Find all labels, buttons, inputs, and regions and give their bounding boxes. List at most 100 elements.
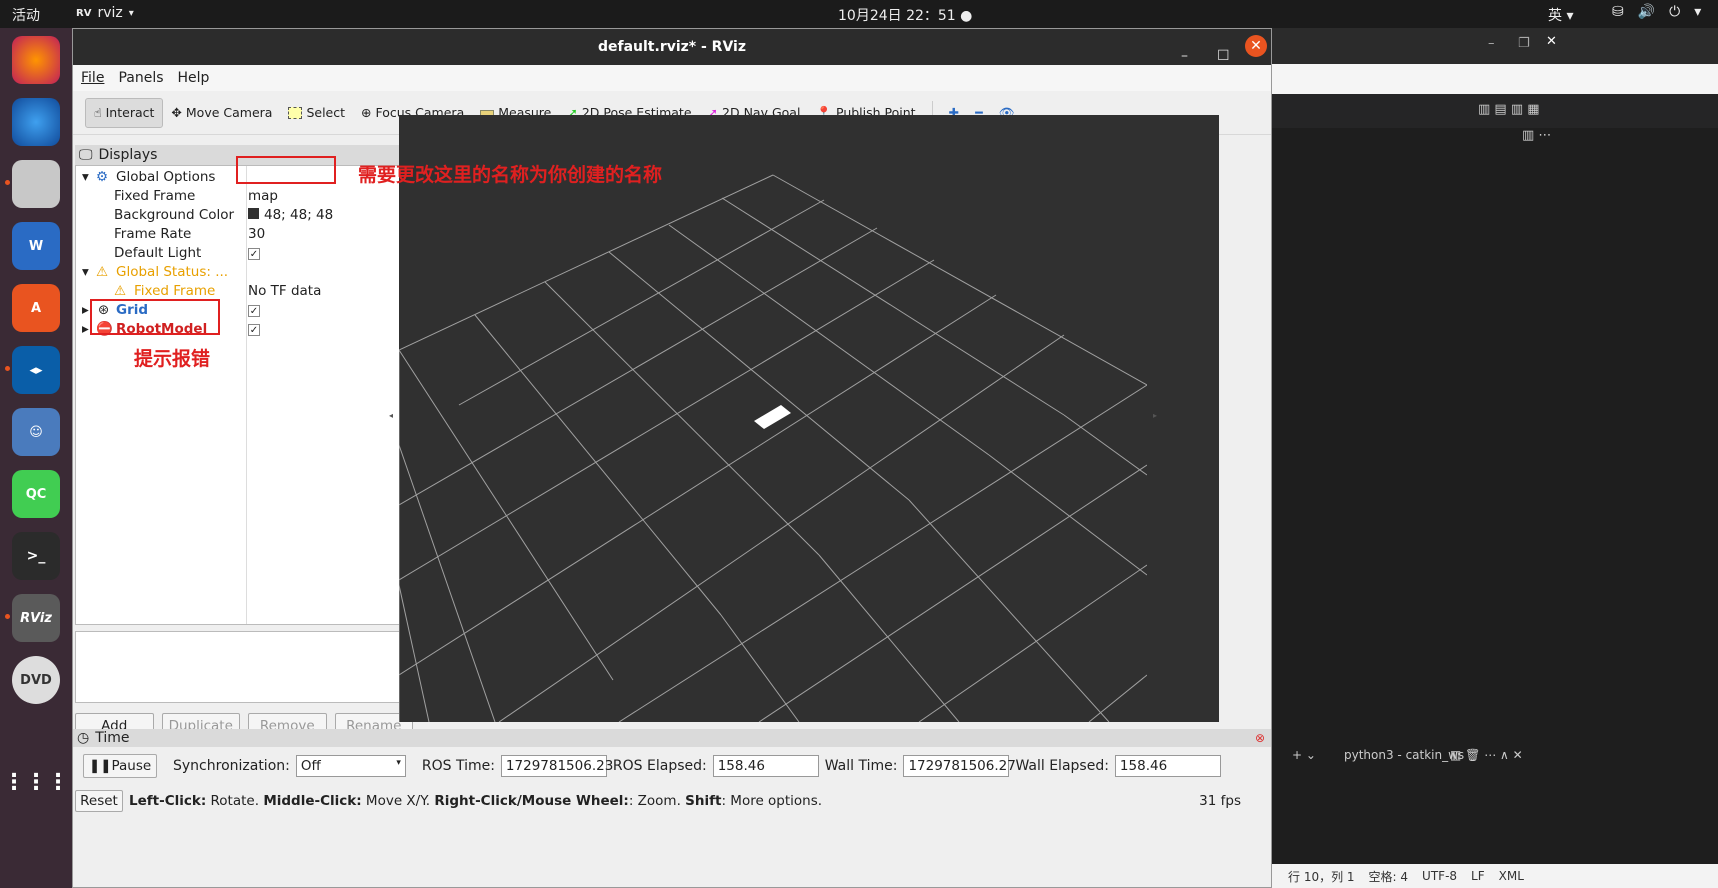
- layout-icon[interactable]: ▥ ▤ ▥ ▦: [1478, 102, 1540, 117]
- thunderbird-icon[interactable]: [12, 98, 60, 146]
- clock[interactable]: 10月24日 22：51 ●: [838, 5, 972, 25]
- maximize-icon[interactable]: ❐: [1518, 36, 1530, 51]
- pause-label: Pause: [111, 758, 152, 774]
- cursor-position[interactable]: 行 10，列 1: [1288, 868, 1355, 885]
- move-camera-tool[interactable]: ✥ Move Camera: [163, 98, 280, 128]
- rviz-titlebar: default.rviz* - RViz – ☐ ✕: [73, 29, 1271, 65]
- error-annotation: 提示报错: [134, 348, 211, 370]
- chevron-down-icon: ▾: [128, 7, 134, 19]
- wall-elapsed-field[interactable]: 158.46: [1114, 755, 1221, 777]
- pause-button[interactable]: ❚❚ Pause: [83, 754, 157, 778]
- input-method-label: 英: [1548, 8, 1562, 24]
- frame-rate-value[interactable]: 30: [248, 226, 265, 242]
- running-indicator: [5, 180, 10, 185]
- writer-icon[interactable]: W: [12, 222, 60, 270]
- move-camera-label: Move Camera: [185, 105, 273, 120]
- app-menu[interactable]: RV rviz ▾: [76, 5, 134, 21]
- fixed-frame-label: Fixed Frame: [114, 188, 196, 204]
- power-icon: ⏻: [1669, 4, 1681, 20]
- terminal-actions-icon[interactable]: ▥ 🗑 ⋯ ∧ ✕: [1450, 748, 1523, 762]
- grid-checkbox[interactable]: ✓: [248, 305, 260, 317]
- rviz-dock-icon[interactable]: RViz: [12, 594, 60, 642]
- fixed-frame-highlight-box: [236, 156, 336, 184]
- notification-dot-icon: ●: [960, 8, 973, 24]
- robot-model-checkbox[interactable]: ✓: [248, 324, 260, 336]
- expand-arrow-icon[interactable]: ▾: [82, 264, 89, 280]
- chevron-down-icon: ▾: [1694, 4, 1702, 20]
- qtcreator-icon[interactable]: QC: [12, 470, 60, 518]
- expand-arrow-icon[interactable]: ▾: [82, 169, 89, 185]
- sync-select[interactable]: Off ▾: [295, 755, 406, 777]
- encoding[interactable]: UTF-8: [1422, 869, 1457, 883]
- interact-label: Interact: [105, 105, 155, 120]
- vscode-icon[interactable]: ◂▸: [12, 346, 60, 394]
- collapse-arrow-icon[interactable]: ▸: [82, 302, 89, 318]
- language-mode[interactable]: XML: [1499, 869, 1524, 883]
- close-icon[interactable]: ✕: [1245, 35, 1267, 57]
- collapse-right-icon[interactable]: ▸: [1153, 411, 1157, 420]
- menu-file[interactable]: File: [81, 70, 104, 86]
- background-color-value[interactable]: 48; 48; 48: [248, 207, 333, 223]
- tree-row-global-status[interactable]: ▾ ⚠ Global Status: ...: [76, 263, 412, 282]
- terminal-title[interactable]: python3 - catkin_ws: [1344, 748, 1464, 762]
- menu-help[interactable]: Help: [178, 70, 210, 86]
- hint-middle-click-text: Move X/Y.: [361, 793, 435, 809]
- eol[interactable]: LF: [1471, 869, 1485, 883]
- input-method-indicator[interactable]: 英 ▾: [1548, 5, 1573, 25]
- tree-row-frame-rate[interactable]: Frame Rate 30: [76, 225, 412, 244]
- select-tool[interactable]: Select: [280, 98, 353, 128]
- collapse-arrow-icon[interactable]: ▸: [82, 321, 89, 337]
- ros-elapsed-field[interactable]: 158.46: [712, 755, 819, 777]
- monitor-icon: 🖵: [79, 147, 93, 163]
- interact-tool[interactable]: ☝ Interact: [85, 97, 164, 128]
- indent-setting[interactable]: 空格: 4: [1369, 868, 1409, 885]
- render-view-3d[interactable]: ◂: [389, 115, 1219, 722]
- displays-tree[interactable]: ▾ ⚙ Global Options Fixed Frame map Backg…: [75, 165, 413, 625]
- split-editor-icon[interactable]: ▥ ⋯: [1522, 128, 1551, 143]
- focus-camera-icon: ⊕: [361, 105, 372, 120]
- files-icon[interactable]: [12, 160, 60, 208]
- color-swatch: [248, 208, 259, 219]
- sync-value: Off: [300, 758, 321, 774]
- global-options-label: Global Options: [116, 169, 216, 185]
- grid-render: [399, 174, 1147, 722]
- fixed-frame-value[interactable]: map: [248, 188, 278, 204]
- robot-model-highlight-box: [90, 299, 220, 335]
- app-grid-icon[interactable]: ⋮⋮⋮: [3, 758, 69, 806]
- software-center-icon[interactable]: A: [12, 284, 60, 332]
- default-light-checkbox[interactable]: ✓: [248, 248, 260, 260]
- time-panel: ◷ Time ⊗ ❚❚ Pause Synchronization: Off ▾ R…: [73, 729, 1271, 789]
- clock-text: 10月24日 22：51: [838, 8, 956, 24]
- wall-elapsed-label: Wall Elapsed:: [1015, 758, 1109, 774]
- close-icon[interactable]: ✕: [1546, 34, 1557, 49]
- system-top-bar: 活动 RV rviz ▾ 10月24日 22：51 ● 英 ▾ ⛁ 🔊 ⏻ ▾: [0, 0, 1718, 28]
- minimize-icon[interactable]: –: [1488, 36, 1495, 51]
- sync-label: Synchronization:: [173, 758, 290, 774]
- warning-icon: ⚠: [96, 264, 109, 280]
- background-color-text: 48; 48; 48: [264, 207, 334, 223]
- hint-left-click: Left-Click:: [129, 793, 207, 809]
- system-tray[interactable]: ⛁ 🔊 ⏻ ▾: [1612, 4, 1701, 20]
- network-icon: ⛁: [1612, 4, 1624, 20]
- ros-time-field[interactable]: 1729781506.23: [500, 755, 613, 777]
- collapse-left-icon[interactable]: ◂: [389, 411, 393, 420]
- pause-icon: ❚❚: [88, 758, 112, 774]
- hint-right-click-text: : Zoom.: [628, 793, 686, 809]
- tree-row-background-color[interactable]: Background Color 48; 48; 48: [76, 206, 412, 225]
- displays-title: Displays: [98, 147, 158, 163]
- dvd-icon[interactable]: DVD: [12, 656, 60, 704]
- wall-time-field[interactable]: 1729781506.27: [903, 755, 1016, 777]
- new-terminal-icon[interactable]: + ⌄: [1292, 748, 1316, 762]
- select-label: Select: [306, 105, 346, 120]
- dock: W A ◂▸ ☺ QC >_ RViz DVD ⋮⋮⋮: [0, 28, 72, 888]
- reset-button[interactable]: Reset: [75, 790, 123, 812]
- tree-row-default-light[interactable]: Default Light ✓: [76, 244, 412, 263]
- hint-shift: Shift: [685, 793, 722, 809]
- terminal-icon[interactable]: >_: [12, 532, 60, 580]
- activities-button[interactable]: 活动: [12, 5, 40, 25]
- firefox-icon[interactable]: [12, 36, 60, 84]
- close-panel-icon[interactable]: ⊗: [1255, 731, 1265, 745]
- tree-row-fixed-frame[interactable]: Fixed Frame map: [76, 187, 412, 206]
- robot-app-icon[interactable]: ☺: [12, 408, 60, 456]
- menu-panels[interactable]: Panels: [118, 70, 163, 86]
